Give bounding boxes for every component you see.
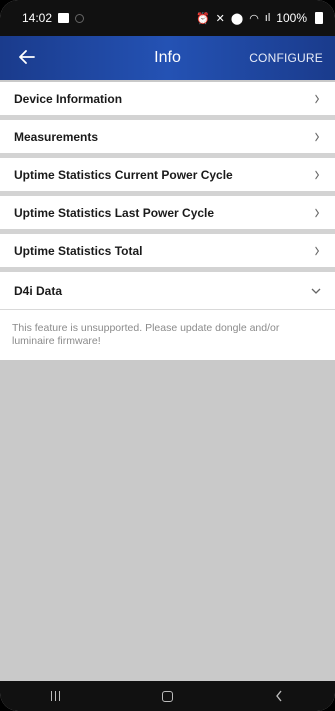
section-uptime-total[interactable]: Uptime Statistics Total	[0, 234, 335, 272]
configure-button[interactable]: CONFIGURE	[249, 51, 323, 65]
location-icon: ⬤	[230, 12, 244, 25]
battery-icon	[315, 12, 323, 24]
section-label: Measurements	[14, 129, 99, 144]
mute-icon: ✕	[215, 12, 225, 25]
chevron-right-icon	[314, 167, 320, 183]
section-uptime-last-power-cycle[interactable]: Uptime Statistics Last Power Cycle	[0, 196, 335, 234]
app-bar: Info CONFIGURE	[0, 36, 335, 80]
status-bar: 14:02 ⏰ ✕ ⬤ ◠ ıl 100%	[0, 0, 335, 36]
gallery-notification-icon	[58, 13, 70, 23]
unsupported-feature-message: This feature is unsupported. Please upda…	[0, 310, 335, 360]
recents-icon	[51, 691, 61, 701]
back-chevron-icon	[276, 690, 282, 702]
chevron-right-icon	[314, 129, 320, 145]
recent-apps-button[interactable]	[36, 684, 76, 708]
home-button[interactable]	[147, 684, 187, 708]
section-label: Device Information	[14, 91, 123, 106]
battery-percent: 100%	[276, 11, 307, 25]
alarm-icon: ⏰	[195, 12, 210, 25]
section-measurements[interactable]: Measurements	[0, 120, 335, 158]
section-label: Uptime Statistics Current Power Cycle	[14, 167, 233, 182]
home-icon	[161, 690, 173, 702]
empty-content-area	[0, 389, 335, 681]
status-bar-left: 14:02	[22, 11, 85, 25]
info-section-list: Device Information Measurements Uptime S…	[0, 82, 335, 360]
record-notification-icon	[75, 13, 85, 23]
section-d4i-data[interactable]: D4i Data	[0, 272, 335, 310]
system-back-button[interactable]	[259, 684, 299, 708]
section-device-information[interactable]: Device Information	[0, 82, 335, 120]
chevron-right-icon	[314, 205, 320, 221]
wifi-icon: ◠	[249, 12, 259, 25]
chevron-right-icon	[314, 243, 320, 259]
chevron-right-icon	[314, 91, 320, 107]
section-label: Uptime Statistics Last Power Cycle	[14, 205, 215, 220]
status-bar-right: ⏰ ✕ ⬤ ◠ ıl 100%	[196, 11, 323, 25]
section-label: Uptime Statistics Total	[14, 243, 143, 258]
phone-screen: 14:02 ⏰ ✕ ⬤ ◠ ıl 100% Info CONFIGURE Dev…	[0, 0, 335, 711]
status-time: 14:02	[22, 11, 53, 25]
signal-icon: ıl	[264, 12, 271, 24]
chevron-down-icon	[311, 286, 321, 296]
back-arrow-icon[interactable]	[18, 48, 36, 66]
section-uptime-current-power-cycle[interactable]: Uptime Statistics Current Power Cycle	[0, 158, 335, 196]
section-label: D4i Data	[14, 283, 63, 298]
system-navigation-bar	[0, 681, 335, 711]
